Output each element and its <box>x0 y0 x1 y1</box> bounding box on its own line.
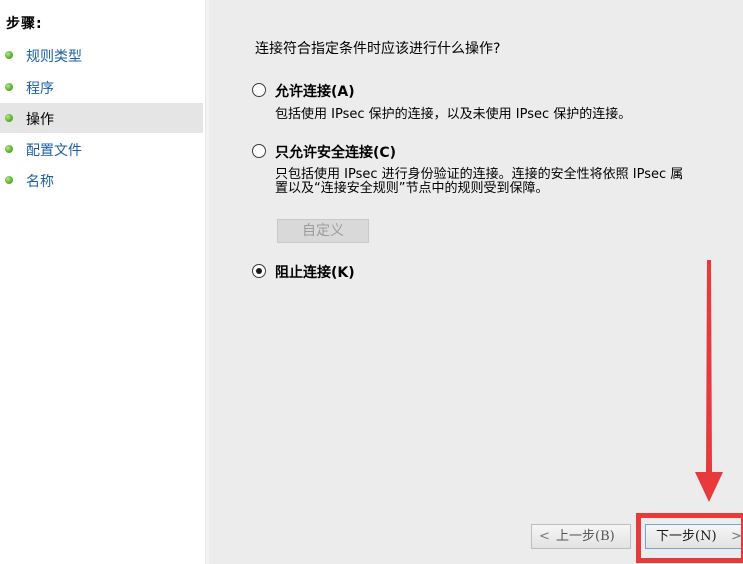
option-label: 只允许安全连接(C) <box>275 145 397 161</box>
pane-divider <box>205 0 209 564</box>
radio-button[interactable] <box>252 144 266 158</box>
step-label: 配置文件 <box>26 143 82 159</box>
option-description: 包括使用 IPsec 保护的连接，以及未使用 IPsec 保护的连接。 <box>275 107 632 122</box>
bullet-icon <box>5 145 13 153</box>
annotation-arrow-icon <box>695 260 723 502</box>
step-profile[interactable]: 配置文件 <box>0 134 203 164</box>
steps-pane: 步骤: 规则类型 程序 操作 配置文件 名称 <box>0 0 205 564</box>
bullet-icon <box>5 83 13 91</box>
step-label: 操作 <box>26 112 54 128</box>
step-label: 规则类型 <box>26 49 82 65</box>
option-description: 只包括使用 IPsec 进行身份验证的连接。连接的安全性将依照 IPsec 属 <box>275 167 684 182</box>
step-action[interactable]: 操作 <box>0 103 203 133</box>
question-text: 连接符合指定条件时应该进行什么操作? <box>255 41 501 57</box>
bullet-icon <box>5 176 13 184</box>
annotation-highlight-box <box>636 513 743 563</box>
radio-button[interactable] <box>252 264 266 278</box>
customize-button[interactable]: 自定义 <box>277 219 369 243</box>
option-label: 阻止连接(K) <box>275 265 355 281</box>
option-label: 允许连接(A) <box>275 84 355 100</box>
bullet-icon <box>5 114 13 122</box>
chevron-left-icon: < <box>539 529 550 544</box>
steps-heading: 步骤: <box>6 16 43 32</box>
back-button[interactable]: < 上一步(B) <box>531 524 631 549</box>
step-program[interactable]: 程序 <box>0 72 203 102</box>
step-label: 程序 <box>26 81 54 97</box>
option-description: 置以及“连接安全规则”节点中的规则受到保障。 <box>275 181 549 196</box>
action-pane: 连接符合指定条件时应该进行什么操作? 允许连接(A) 包括使用 IPsec 保护… <box>210 0 743 564</box>
bullet-icon <box>5 51 13 59</box>
back-button-label: 上一步(B) <box>556 529 615 544</box>
step-label: 名称 <box>26 174 54 190</box>
radio-button[interactable] <box>252 83 266 97</box>
step-rule-type[interactable]: 规则类型 <box>0 40 203 70</box>
step-name[interactable]: 名称 <box>0 165 203 195</box>
